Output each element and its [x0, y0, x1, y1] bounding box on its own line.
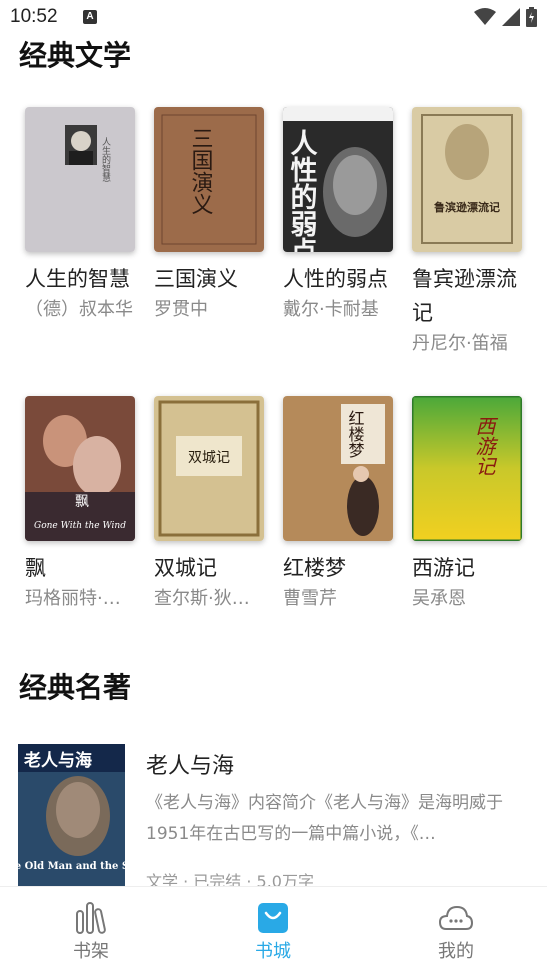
book-author: 查尔斯·狄更斯	[154, 588, 266, 609]
book-title: 西游记	[412, 556, 475, 580]
book-card[interactable]: 人性的弱点 人性的弱点 戴尔·卡耐基	[283, 107, 401, 324]
book-title: 双城记	[154, 556, 217, 580]
featured-book-cover[interactable]: 老人与海 The Old Man and the Sea	[18, 744, 125, 886]
battery-icon	[526, 7, 537, 27]
shopping-bag-icon	[258, 903, 288, 933]
book-cover[interactable]: 飘 Gone With the Wind	[25, 396, 135, 541]
book-cover[interactable]: 人生的智慧	[25, 107, 135, 252]
book-cover[interactable]: 鲁滨逊漂流记	[412, 107, 522, 252]
book-author: 罗贯中	[154, 299, 208, 320]
bottom-tab-bar: 书架 书城 我的	[0, 886, 547, 973]
book-title: 人生的智慧	[25, 267, 130, 291]
svg-text:人生的智慧: 人生的智慧	[100, 137, 111, 182]
status-icons	[474, 7, 537, 27]
book-author: 玛格丽特·米切尔	[25, 588, 137, 609]
bookshelf-icon	[76, 902, 106, 934]
wifi-icon	[474, 8, 496, 25]
featured-book[interactable]: 老人与海 The Old Man and the Sea 老人与海 《老人与海》…	[18, 744, 528, 891]
tab-mine[interactable]: 我的	[396, 887, 516, 973]
a-icon: A	[83, 10, 97, 24]
book-title: 鲁宾逊漂流记	[412, 267, 517, 325]
svg-text:飘: 飘	[75, 494, 89, 510]
tab-bookstore[interactable]: 书城	[213, 887, 333, 973]
book-title: 人性的弱点	[283, 267, 388, 291]
book-title: 三国演义	[154, 267, 238, 291]
book-card[interactable]: 双城记 双城记 查尔斯·狄更斯	[154, 396, 272, 613]
tab-bookshelf[interactable]: 书架	[31, 887, 151, 973]
svg-text:Gone With the Wind: Gone With the Wind	[34, 521, 126, 531]
tab-mine-label: 我的	[438, 941, 474, 962]
section-title-classic-masterpieces: 经典名著	[19, 671, 132, 704]
svg-text:三国演义: 三国演义	[188, 127, 214, 215]
cloud-icon	[438, 905, 474, 930]
book-cover[interactable]: 人性的弱点	[283, 107, 393, 252]
book-cover[interactable]: 红楼梦	[283, 396, 393, 541]
book-card[interactable]: 鲁滨逊漂流记 鲁宾逊漂流记 丹尼尔·笛福	[412, 107, 530, 358]
book-card[interactable]: 三国演义 三国演义 罗贯中	[154, 107, 272, 324]
featured-book-title: 老人与海	[146, 754, 235, 779]
book-cover[interactable]: 西游记	[412, 396, 522, 541]
featured-book-description: 《老人与海》内容简介《老人与海》是海明威于1951年在古巴写的一篇中篇小说，《…	[146, 793, 503, 844]
book-card[interactable]: 西游记 西游记 吴承恩	[412, 396, 530, 613]
book-card[interactable]: 飘 Gone With the Wind 飘 玛格丽特·米切尔	[25, 396, 143, 613]
tab-bookstore-label: 书城	[255, 941, 291, 962]
section-title-classic-literature: 经典文学	[19, 39, 132, 72]
svg-text:老人与海: 老人与海	[23, 750, 92, 771]
status-time: 10:52	[10, 6, 58, 27]
book-card[interactable]: 红楼梦 红楼梦 曹雪芹	[283, 396, 401, 613]
book-author: 吴承恩	[412, 588, 466, 609]
status-bar: 10:52 A	[0, 0, 547, 36]
book-author: 戴尔·卡耐基	[283, 299, 379, 320]
book-title: 飘	[25, 556, 46, 580]
book-author: 曹雪芹	[283, 588, 337, 609]
book-card[interactable]: 人生的智慧 人生的智慧 （德）叔本华	[25, 107, 143, 324]
svg-text:人性的弱点: 人性的弱点	[286, 129, 318, 252]
book-author: （德）叔本华	[25, 299, 133, 320]
book-title: 红楼梦	[283, 556, 346, 580]
signal-icon	[502, 8, 520, 26]
svg-text:双城记: 双城记	[188, 450, 230, 466]
book-cover[interactable]: 双城记	[154, 396, 264, 541]
svg-text:鲁滨逊漂流记: 鲁滨逊漂流记	[434, 200, 500, 214]
book-author: 丹尼尔·笛福	[412, 333, 508, 354]
svg-text:红楼梦: 红楼梦	[346, 410, 365, 458]
svg-text:西游记: 西游记	[472, 416, 496, 476]
book-cover[interactable]: 三国演义	[154, 107, 264, 252]
svg-text:The Old Man and the Sea: The Old Man and the Sea	[18, 861, 125, 872]
tab-bookshelf-label: 书架	[73, 941, 109, 962]
